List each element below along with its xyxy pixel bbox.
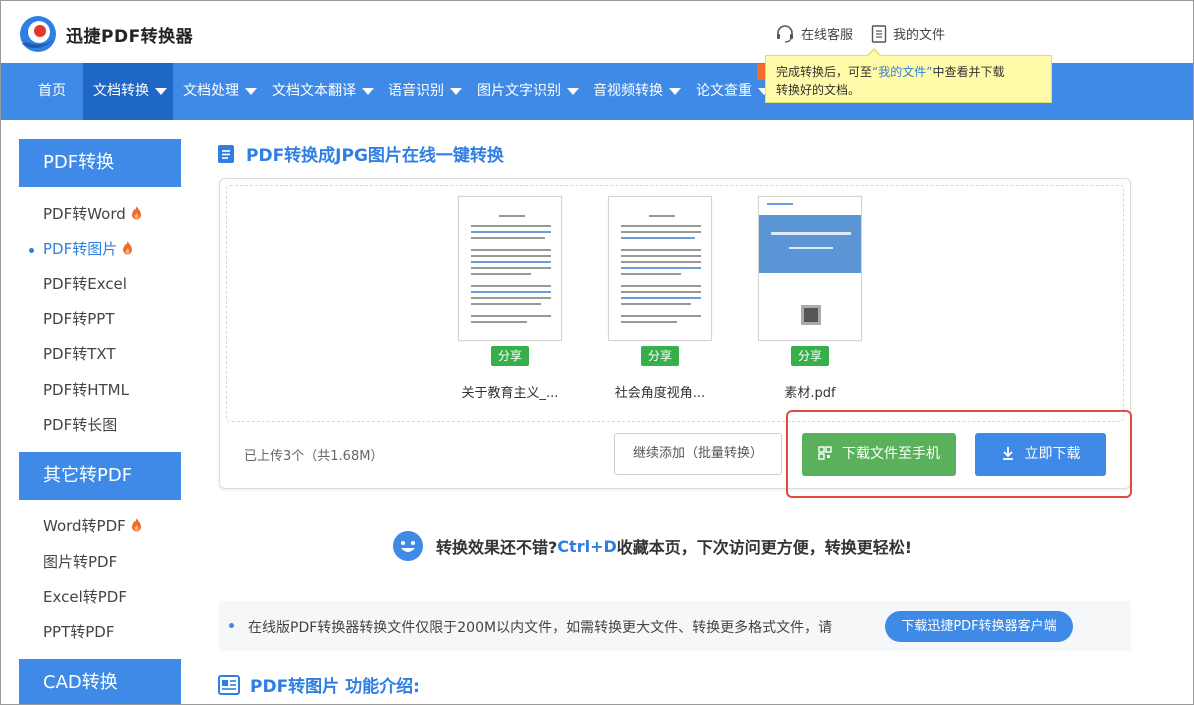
nav-doc-process[interactable]: 文档处理 xyxy=(173,63,267,120)
promo-text-a: 转换效果还不错? xyxy=(436,538,558,557)
sidebar-item-pdf-txt[interactable]: PDF转TXT xyxy=(19,337,181,372)
sidebar-item-label: PDF转长图 xyxy=(43,416,118,434)
logo[interactable]: 迅捷PDF转换器 xyxy=(18,14,193,54)
nav-home[interactable]: 首页 xyxy=(28,63,76,120)
sidebar-item-label: PDF转PPT xyxy=(43,310,115,328)
highlight-box xyxy=(786,410,1132,498)
tooltip-text-a: 完成转换后，可至 xyxy=(776,65,873,79)
chevron-down-icon xyxy=(567,87,579,95)
sidebar-item-word-pdf[interactable]: Word转PDF xyxy=(19,509,181,544)
sidebar-section-pdf-convert[interactable]: PDF转换 xyxy=(19,139,181,187)
sidebar-item-pdf-image[interactable]: PDF转图片 xyxy=(19,232,181,267)
intro-heading-text: PDF转图片 功能介绍: xyxy=(250,677,420,697)
flame-icon xyxy=(131,206,141,220)
sidebar-item-label: PDF转Excel xyxy=(43,275,127,293)
chevron-down-icon xyxy=(362,87,374,95)
bullet-dot xyxy=(229,623,234,628)
header: 迅捷PDF转换器 在线客服 我的文件 xyxy=(0,0,1194,63)
upload-count: 已上传3个（共1.68M） xyxy=(244,449,384,464)
my-files-label: 我的文件 xyxy=(893,28,946,43)
document-list-icon xyxy=(218,144,234,163)
page-title: PDF转换成JPG图片在线一键转换 xyxy=(218,141,504,166)
notice-text: 在线版PDF转换器转换文件仅限于200M以内文件，如需转换更大文件、转换更多格式… xyxy=(248,620,833,636)
sidebar-section-cad[interactable]: CAD转换 xyxy=(19,659,181,705)
sidebar-item-pdf-word[interactable]: PDF转Word xyxy=(19,197,181,232)
nav-speech[interactable]: 语音识别 xyxy=(378,63,472,120)
nav-translate[interactable]: 文档文本翻译 xyxy=(262,63,384,120)
logo-icon xyxy=(20,16,56,52)
flame-icon xyxy=(123,241,133,255)
my-files-tooltip: 完成转换后，可至“我的文件”中查看并下载 转换好的文档。 xyxy=(765,48,1052,103)
download-client-button[interactable]: 下载迅捷PDF转换器客户端 xyxy=(885,611,1073,642)
file-thumbnail[interactable] xyxy=(608,196,712,341)
smiley-icon xyxy=(393,531,423,561)
sidebar-item-pdf-ppt[interactable]: PDF转PPT xyxy=(19,302,181,337)
chevron-down-icon xyxy=(245,87,257,95)
share-button[interactable]: 分享 xyxy=(791,346,829,366)
sidebar-item-pdf-long-image[interactable]: PDF转长图 xyxy=(19,408,181,443)
file-name: 素材.pdf xyxy=(784,386,836,401)
share-button[interactable]: 分享 xyxy=(641,346,679,366)
file-thumbnail[interactable] xyxy=(458,196,562,341)
nav-doc-convert[interactable]: 文档转换 xyxy=(83,63,173,120)
sidebar-item-label: PDF转Word xyxy=(43,205,126,223)
tooltip-line2: 转换好的文档。 xyxy=(776,83,861,97)
nav-ocr-label: 图片文字识别 xyxy=(477,83,561,99)
sidebar-item-label: PDF转HTML xyxy=(43,381,129,399)
sidebar-item-label: Excel转PDF xyxy=(43,588,127,606)
page-title-text: PDF转换成JPG图片在线一键转换 xyxy=(246,146,504,166)
tooltip-link[interactable]: “我的文件” xyxy=(872,65,932,79)
chevron-down-icon xyxy=(669,87,681,95)
nav-ocr[interactable]: 图片文字识别 xyxy=(467,63,589,120)
sidebar-item-pdf-html[interactable]: PDF转HTML xyxy=(19,373,181,408)
promo-shortcut: Ctrl+D xyxy=(557,536,617,556)
logo-text: 迅捷PDF转换器 xyxy=(66,26,194,47)
sidebar-item-label: 图片转PDF xyxy=(43,553,118,571)
nav-doc-process-label: 文档处理 xyxy=(183,83,239,99)
nav-thesis-check-label: 论文查重 xyxy=(696,83,752,99)
flame-icon xyxy=(131,518,141,532)
active-dot xyxy=(29,248,34,253)
chevron-down-icon xyxy=(450,87,462,95)
add-more-button[interactable]: 继续添加（批量转换） xyxy=(614,433,782,475)
promo-text-b: 收藏本页，下次访问更方便，转换更轻松! xyxy=(616,538,913,557)
share-button[interactable]: 分享 xyxy=(491,346,529,366)
online-service-link[interactable]: 在线客服 xyxy=(775,24,853,43)
sidebar-item-label: Word转PDF xyxy=(43,517,126,535)
sidebar-item-label: PDF转图片 xyxy=(43,240,118,258)
nav-av-convert-label: 音视频转换 xyxy=(593,83,663,99)
sidebar-item-pdf-excel[interactable]: PDF转Excel xyxy=(19,267,181,302)
newspaper-icon xyxy=(218,674,240,695)
chevron-down-icon xyxy=(155,87,167,95)
online-service-label: 在线客服 xyxy=(801,28,854,43)
sidebar-item-ppt-pdf[interactable]: PPT转PDF xyxy=(19,615,181,650)
intro-heading: PDF转图片 功能介绍: xyxy=(218,672,420,697)
sidebar-item-label: PDF转TXT xyxy=(43,345,116,363)
file-name: 社会角度视角... xyxy=(614,386,706,401)
nav-av-convert[interactable]: 音视频转换 xyxy=(583,63,691,120)
size-notice: 在线版PDF转换器转换文件仅限于200M以内文件，如需转换更大文件、转换更多格式… xyxy=(219,601,1131,651)
nav-translate-label: 文档文本翻译 xyxy=(272,83,356,99)
nav-doc-convert-label: 文档转换 xyxy=(93,83,149,99)
sidebar-section-to-pdf[interactable]: 其它转PDF xyxy=(19,452,181,500)
file-thumbnail[interactable] xyxy=(758,196,862,341)
file-name: 关于教育主义_... xyxy=(461,386,559,401)
headset-icon xyxy=(777,24,793,43)
sidebar-item-excel-pdf[interactable]: Excel转PDF xyxy=(19,580,181,615)
sidebar-item-image-pdf[interactable]: 图片转PDF xyxy=(19,545,181,580)
promo-banner: 转换效果还不错? Ctrl+D 收藏本页，下次访问更方便，转换更轻松! xyxy=(393,531,912,561)
sidebar-item-label: PPT转PDF xyxy=(43,623,115,641)
document-icon xyxy=(871,24,887,43)
my-files-link[interactable]: 我的文件 xyxy=(871,24,945,43)
nav-speech-label: 语音识别 xyxy=(388,83,444,99)
tooltip-text-b: 中查看并下载 xyxy=(932,65,1005,79)
nav-home-label: 首页 xyxy=(38,83,66,99)
